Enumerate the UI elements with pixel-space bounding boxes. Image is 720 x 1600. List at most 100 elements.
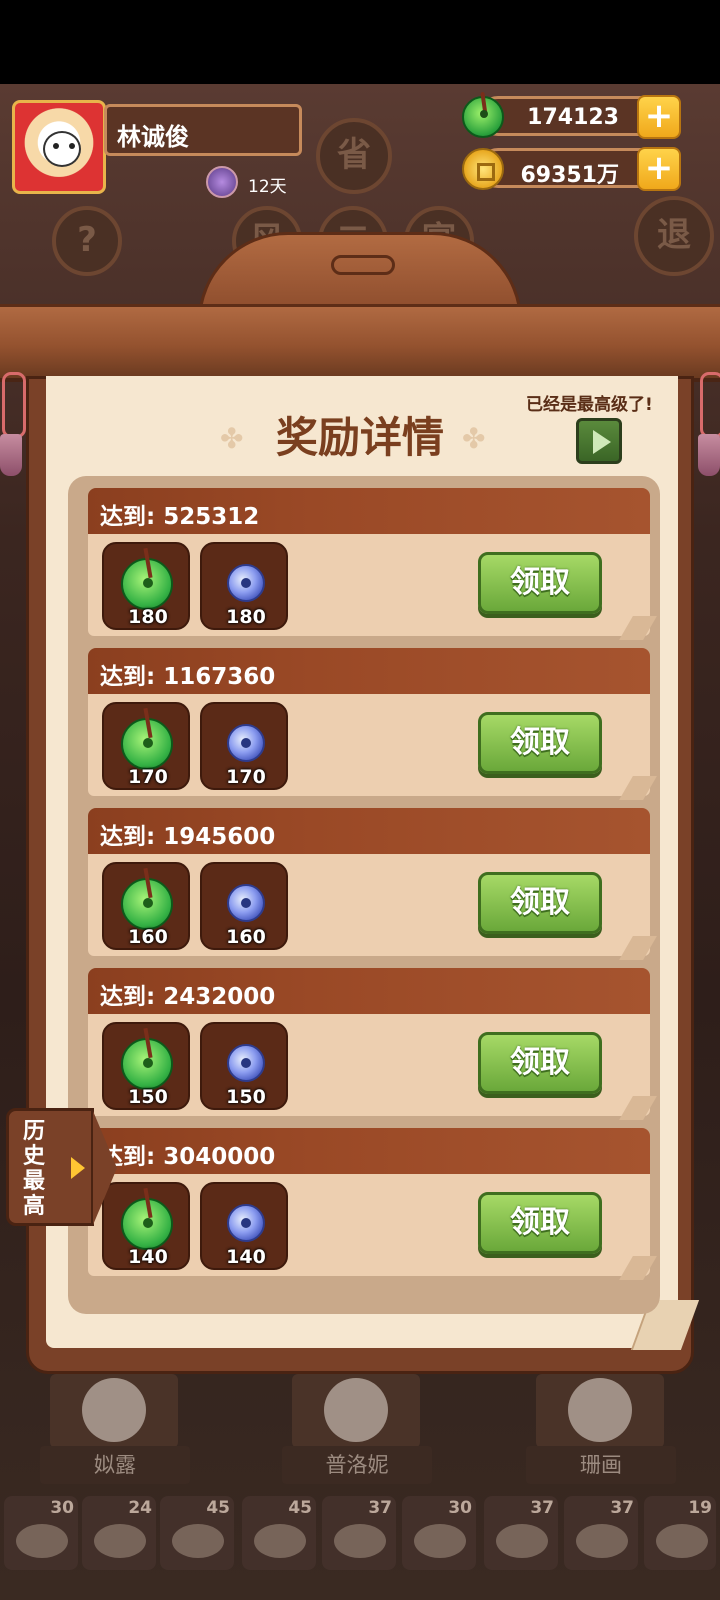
dish-icon [576, 1524, 628, 1558]
reward-count: 150 [226, 1086, 266, 1108]
avatar-face [43, 131, 81, 167]
food-item[interactable]: 37 [564, 1496, 638, 1570]
character-card[interactable] [292, 1374, 420, 1448]
next-level-button[interactable] [576, 418, 622, 464]
jade-pendant-icon [462, 96, 504, 138]
jade-reward-item[interactable]: 180 [102, 542, 190, 630]
jade-amount: 174123 [527, 105, 619, 130]
food-item[interactable]: 19 [644, 1496, 716, 1570]
jade-pendant-icon [121, 1198, 173, 1250]
food-item[interactable]: 30 [402, 1496, 476, 1570]
arrow-right-icon [71, 1157, 85, 1179]
bg-help-button: ? [52, 206, 122, 276]
jade-reward-item[interactable]: 170 [102, 702, 190, 790]
reward-count: 170 [128, 766, 168, 788]
player-name-plate: 林诚俊 [104, 104, 302, 156]
food-count: 30 [50, 1498, 74, 1518]
blue-jade-disc-icon [227, 1204, 265, 1242]
reward-row-header: 达到: 3040000 [88, 1128, 650, 1174]
character-name: 姒露 [40, 1446, 190, 1484]
disc-reward-item[interactable]: 170 [200, 702, 288, 790]
food-item[interactable]: 30 [4, 1496, 78, 1570]
character-card[interactable] [50, 1374, 178, 1448]
disc-reward-item[interactable]: 150 [200, 1022, 288, 1110]
reward-target: 达到: 1167360 [100, 664, 276, 690]
reward-row: 达到: 2432000 150 150 领取 [88, 968, 657, 1120]
dish-icon [334, 1524, 386, 1558]
reward-count: 140 [128, 1246, 168, 1268]
food-item[interactable]: 45 [242, 1496, 316, 1570]
reward-target: 达到: 2432000 [100, 984, 276, 1010]
days-count: 12天 [248, 177, 287, 197]
reward-row-body: 140 140 领取 [88, 1174, 650, 1276]
avatar-eye [53, 143, 59, 149]
reward-count: 140 [226, 1246, 266, 1268]
title-ornament-right: ✤ [462, 422, 486, 455]
claim-button[interactable]: 领取 [478, 872, 602, 934]
dish-icon [414, 1524, 466, 1558]
reward-count: 170 [226, 766, 266, 788]
claim-button[interactable]: 领取 [478, 1192, 602, 1254]
reward-count: 180 [226, 606, 266, 628]
reward-row: 达到: 3040000 140 140 领取 [88, 1128, 657, 1280]
dish-icon [16, 1524, 68, 1558]
character-name: 普洛妮 [282, 1446, 432, 1484]
reward-row: 达到: 1945600 160 160 领取 [88, 808, 657, 960]
game-screen: 省 ? 风 二 宴 退 林诚俊 12天 174123 + 69351万 + ✤ … [0, 0, 720, 1600]
food-item[interactable]: 37 [484, 1496, 558, 1570]
food-item[interactable]: 37 [322, 1496, 396, 1570]
character-portrait [324, 1378, 388, 1442]
dish-icon [94, 1524, 146, 1558]
character-card[interactable] [536, 1374, 664, 1448]
bg-province-button: 省 [316, 118, 392, 194]
jade-pendant-icon [121, 878, 173, 930]
wooden-beam [0, 304, 720, 382]
disc-reward-item[interactable]: 160 [200, 862, 288, 950]
jade-reward-item[interactable]: 160 [102, 862, 190, 950]
dish-icon [254, 1524, 306, 1558]
reward-count: 180 [128, 606, 168, 628]
player-name: 林诚俊 [117, 123, 189, 151]
character-portrait [82, 1378, 146, 1442]
status-bar-area [0, 0, 720, 84]
history-best-tab[interactable]: 历史最高 [6, 1108, 117, 1226]
food-item[interactable]: 45 [160, 1496, 234, 1570]
reward-row-body: 180 180 领取 [88, 534, 650, 636]
bg-exit-button: 退 [634, 196, 714, 276]
character-portrait [568, 1378, 632, 1442]
coin-add-button[interactable]: + [637, 147, 681, 191]
reward-count: 160 [128, 926, 168, 948]
reward-row-body: 150 150 领取 [88, 1014, 650, 1116]
food-count: 37 [368, 1498, 392, 1518]
reward-row-header: 达到: 1945600 [88, 808, 650, 854]
food-count: 30 [448, 1498, 472, 1518]
claim-button[interactable]: 领取 [478, 1032, 602, 1094]
disc-reward-item[interactable]: 180 [200, 542, 288, 630]
jade-pendant-icon [121, 558, 173, 610]
jade-reward-item[interactable]: 150 [102, 1022, 190, 1110]
dish-icon [656, 1524, 708, 1558]
reward-row-body: 160 160 领取 [88, 854, 650, 956]
jade-resource-bar: 174123 + [478, 95, 681, 139]
reward-row-header: 达到: 1167360 [88, 648, 650, 694]
jade-pendant-icon [121, 718, 173, 770]
coin-amount: 69351万 [520, 163, 619, 188]
reward-row-body: 170 170 领取 [88, 694, 650, 796]
disc-reward-item[interactable]: 140 [200, 1182, 288, 1270]
food-count: 45 [206, 1498, 230, 1518]
jade-add-button[interactable]: + [637, 95, 681, 139]
reward-target: 达到: 1945600 [100, 824, 276, 850]
food-count: 37 [530, 1498, 554, 1518]
claim-button[interactable]: 领取 [478, 552, 602, 614]
food-item[interactable]: 24 [82, 1496, 156, 1570]
food-count: 37 [610, 1498, 634, 1518]
reward-count: 150 [128, 1086, 168, 1108]
player-avatar[interactable] [12, 100, 106, 194]
coin-resource-bar: 69351万 + [478, 147, 681, 191]
reward-count: 160 [226, 926, 266, 948]
blue-jade-disc-icon [227, 1044, 265, 1082]
character-name: 珊画 [526, 1446, 676, 1484]
claim-button[interactable]: 领取 [478, 712, 602, 774]
blue-jade-disc-icon [227, 884, 265, 922]
reward-row: 达到: 525312 180 180 领取 [88, 488, 657, 640]
